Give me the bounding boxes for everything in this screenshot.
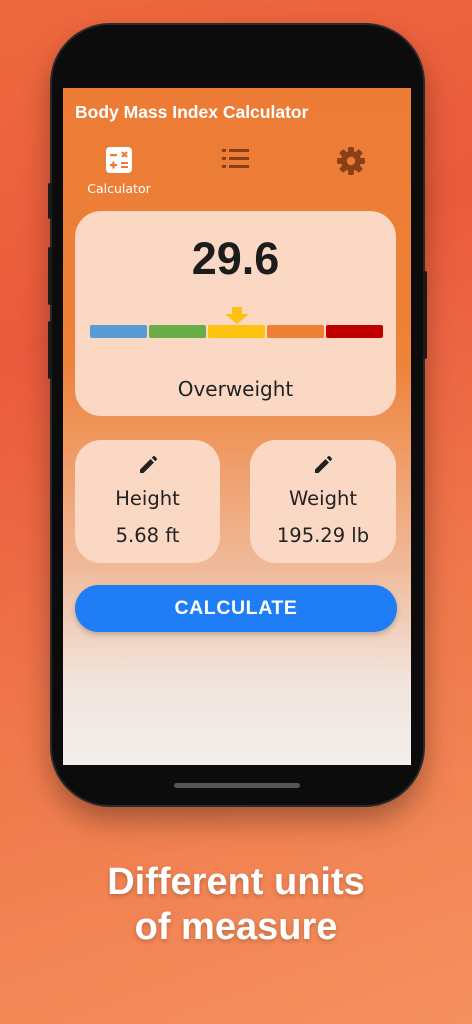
- height-value: 5.68 ft: [115, 524, 180, 547]
- side-button: [423, 271, 427, 359]
- phone-frame: Body Mass Index Calculator Calculator 29…: [48, 25, 427, 805]
- side-button: [48, 321, 52, 379]
- scale-segment-4: [267, 325, 324, 338]
- height-label: Height: [115, 487, 180, 510]
- tab-calculator-label: Calculator: [87, 181, 151, 196]
- tab-list[interactable]: [218, 146, 254, 176]
- caption-line-2: of measure: [134, 906, 338, 948]
- calculator-icon: [105, 147, 133, 178]
- pencil-icon[interactable]: [313, 455, 333, 479]
- bmi-scale: [90, 325, 383, 338]
- calculate-button[interactable]: CALCULATE: [75, 585, 397, 632]
- weight-value: 195.29 lb: [276, 524, 370, 547]
- scale-segment-3: [208, 325, 265, 338]
- tab-calculator[interactable]: Calculator: [87, 146, 151, 196]
- bmi-category: Overweight: [177, 377, 294, 401]
- height-card[interactable]: Height 5.68 ft: [75, 440, 220, 563]
- app-screen: Body Mass Index Calculator Calculator 29…: [63, 88, 411, 765]
- scale-segment-5: [326, 325, 383, 338]
- bmi-value: 29.6: [191, 233, 280, 284]
- list-icon: [221, 149, 251, 176]
- weight-card[interactable]: Weight 195.29 lb: [250, 440, 396, 563]
- bmi-result-card: 29.6 Overweight: [75, 211, 396, 416]
- home-indicator[interactable]: [174, 783, 300, 788]
- weight-label: Weight: [289, 487, 357, 510]
- scale-segment-1: [90, 325, 147, 338]
- app-title: Body Mass Index Calculator: [75, 102, 309, 122]
- gear-icon: [336, 147, 366, 180]
- side-button: [48, 247, 52, 305]
- tab-settings[interactable]: [333, 146, 369, 180]
- pencil-icon[interactable]: [138, 455, 158, 479]
- scale-segment-2: [149, 325, 206, 338]
- side-button: [48, 183, 52, 219]
- caption-line-1: Different units: [107, 861, 365, 903]
